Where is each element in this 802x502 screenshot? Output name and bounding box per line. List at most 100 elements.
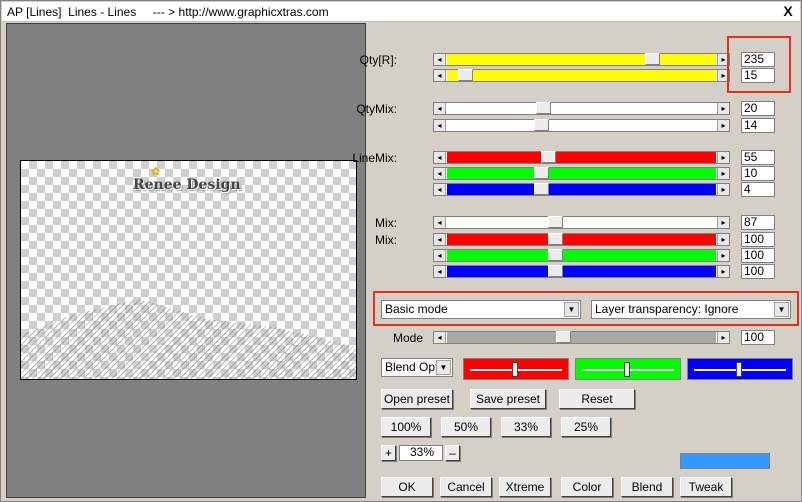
preview-canvas: ✿ Renee Design bbox=[20, 160, 357, 380]
slider-thumb[interactable] bbox=[534, 119, 549, 131]
zoom-50-button[interactable]: 50% bbox=[441, 417, 491, 437]
open-preset-button[interactable]: Open preset bbox=[381, 389, 453, 409]
chevron-down-icon[interactable]: ▼ bbox=[774, 302, 789, 317]
slider-thumb[interactable] bbox=[624, 362, 630, 377]
slider-thumb[interactable] bbox=[736, 362, 742, 377]
slider-thumb[interactable] bbox=[548, 249, 563, 261]
left-arrow-icon[interactable]: ◂ bbox=[434, 332, 446, 343]
left-arrow-icon[interactable]: ◂ bbox=[434, 120, 446, 131]
slider-thumb[interactable] bbox=[512, 362, 518, 377]
chevron-down-icon[interactable]: ▼ bbox=[436, 360, 451, 375]
left-arrow-icon[interactable]: ◂ bbox=[434, 103, 446, 114]
right-arrow-icon[interactable]: ▸ bbox=[717, 168, 729, 179]
slider-thumb[interactable] bbox=[556, 331, 571, 343]
right-arrow-icon[interactable]: ▸ bbox=[717, 266, 729, 277]
right-arrow-icon[interactable]: ▸ bbox=[717, 103, 729, 114]
slider-track bbox=[447, 103, 716, 114]
window-title: AP [Lines] Lines - Lines --- > http://ww… bbox=[7, 5, 329, 19]
linemix-blue-value[interactable]: 4 bbox=[741, 182, 775, 197]
title-bar: AP [Lines] Lines - Lines --- > http://ww… bbox=[2, 2, 800, 22]
left-arrow-icon[interactable]: ◂ bbox=[434, 266, 446, 277]
zoom-33-button[interactable]: 33% bbox=[501, 417, 551, 437]
qtymix2-slider[interactable]: ◂ ▸ bbox=[433, 119, 730, 132]
xtreme-button[interactable]: Xtreme bbox=[499, 477, 551, 497]
mode-label: Mode bbox=[392, 331, 423, 345]
reset-button[interactable]: Reset bbox=[559, 389, 635, 409]
slider-thumb[interactable] bbox=[534, 167, 549, 179]
slider-thumb[interactable] bbox=[536, 102, 551, 114]
qtymix2-value[interactable]: 14 bbox=[741, 118, 775, 133]
transparency-select[interactable]: Layer transparency: Ignore ▼ bbox=[591, 300, 791, 319]
plugin-window: AP [Lines] Lines - Lines --- > http://ww… bbox=[0, 0, 802, 502]
red-blend-slider[interactable] bbox=[463, 358, 569, 380]
right-arrow-icon[interactable]: ▸ bbox=[717, 120, 729, 131]
right-arrow-icon[interactable]: ▸ bbox=[717, 250, 729, 261]
slider-thumb[interactable] bbox=[548, 265, 563, 277]
left-arrow-icon[interactable]: ◂ bbox=[434, 70, 446, 81]
qtymix1-value[interactable]: 20 bbox=[741, 101, 775, 116]
lines-hatch-pattern bbox=[21, 299, 356, 379]
slider-thumb[interactable] bbox=[548, 216, 563, 228]
zoom-value[interactable]: 33% bbox=[399, 445, 443, 461]
left-arrow-icon[interactable]: ◂ bbox=[434, 152, 446, 163]
right-arrow-icon[interactable]: ▸ bbox=[717, 234, 729, 245]
left-arrow-icon[interactable]: ◂ bbox=[434, 217, 446, 228]
mix-label: Mix: bbox=[375, 233, 397, 247]
save-preset-button[interactable]: Save preset bbox=[470, 389, 546, 409]
left-arrow-icon[interactable]: ◂ bbox=[434, 184, 446, 195]
mix-white-value[interactable]: 87 bbox=[741, 215, 775, 230]
linemix-blue-slider[interactable]: ◂ ▸ bbox=[433, 183, 730, 196]
linemix-green-value[interactable]: 10 bbox=[741, 166, 775, 181]
right-arrow-icon[interactable]: ▸ bbox=[717, 184, 729, 195]
zoom-plus-button[interactable]: + bbox=[381, 445, 396, 461]
slider-thumb[interactable] bbox=[541, 151, 556, 163]
color-swatch[interactable] bbox=[680, 453, 770, 469]
linemix-green-slider[interactable]: ◂ ▸ bbox=[433, 167, 730, 180]
slider-thumb[interactable] bbox=[458, 69, 473, 81]
zoom-100-button[interactable]: 100% bbox=[381, 417, 431, 437]
color-button[interactable]: Color bbox=[561, 477, 613, 497]
blend-options-select[interactable]: Blend Optio ▼ bbox=[381, 358, 453, 377]
left-arrow-icon[interactable]: ◂ bbox=[434, 250, 446, 261]
left-arrow-icon[interactable]: ◂ bbox=[434, 168, 446, 179]
cancel-button[interactable]: Cancel bbox=[440, 477, 492, 497]
linemix-red-slider[interactable]: ◂ ▸ bbox=[433, 151, 730, 164]
right-arrow-icon[interactable]: ▸ bbox=[717, 332, 729, 343]
mode-slider[interactable]: ◂ ▸ bbox=[433, 331, 730, 344]
ok-button[interactable]: OK bbox=[381, 477, 433, 497]
zoom-minus-button[interactable]: – bbox=[445, 445, 460, 461]
mix-white-slider[interactable]: ◂ ▸ bbox=[433, 216, 730, 229]
slider-thumb[interactable] bbox=[534, 183, 549, 195]
mode-select[interactable]: Basic mode ▼ bbox=[381, 300, 581, 319]
qty-r1-slider[interactable]: ◂ ▸ bbox=[433, 53, 730, 66]
mix-green-value[interactable]: 100 bbox=[741, 248, 775, 263]
chevron-down-icon[interactable]: ▼ bbox=[564, 302, 579, 317]
slider-track bbox=[447, 168, 716, 179]
linemix-red-value[interactable]: 55 bbox=[741, 150, 775, 165]
slider-thumb[interactable] bbox=[645, 53, 660, 65]
slider-track bbox=[447, 70, 716, 81]
transparency-select-value: Layer transparency: Ignore bbox=[595, 302, 739, 316]
blend-button[interactable]: Blend bbox=[621, 477, 673, 497]
slider-track bbox=[447, 184, 716, 195]
left-arrow-icon[interactable]: ◂ bbox=[434, 54, 446, 65]
slider-thumb[interactable] bbox=[548, 233, 563, 245]
green-blend-slider[interactable] bbox=[575, 358, 681, 380]
right-arrow-icon[interactable]: ▸ bbox=[717, 217, 729, 228]
qtymix1-slider[interactable]: ◂ ▸ bbox=[433, 102, 730, 115]
blue-blend-slider[interactable] bbox=[687, 358, 793, 380]
slider-track bbox=[447, 54, 716, 65]
qty-r2-slider[interactable]: ◂ ▸ bbox=[433, 69, 730, 82]
mix-blue-value[interactable]: 100 bbox=[741, 264, 775, 279]
mode-value[interactable]: 100 bbox=[741, 330, 775, 345]
slider-track bbox=[447, 234, 716, 245]
mix-red-value[interactable]: 100 bbox=[741, 232, 775, 247]
zoom-25-button[interactable]: 25% bbox=[561, 417, 611, 437]
left-arrow-icon[interactable]: ◂ bbox=[434, 234, 446, 245]
mix-red-slider[interactable]: ◂ ▸ bbox=[433, 233, 730, 246]
close-icon[interactable]: X bbox=[780, 4, 796, 20]
right-arrow-icon[interactable]: ▸ bbox=[717, 152, 729, 163]
mix-blue-slider[interactable]: ◂ ▸ bbox=[433, 265, 730, 278]
tweak-button[interactable]: Tweak bbox=[680, 477, 732, 497]
mix-green-slider[interactable]: ◂ ▸ bbox=[433, 249, 730, 262]
